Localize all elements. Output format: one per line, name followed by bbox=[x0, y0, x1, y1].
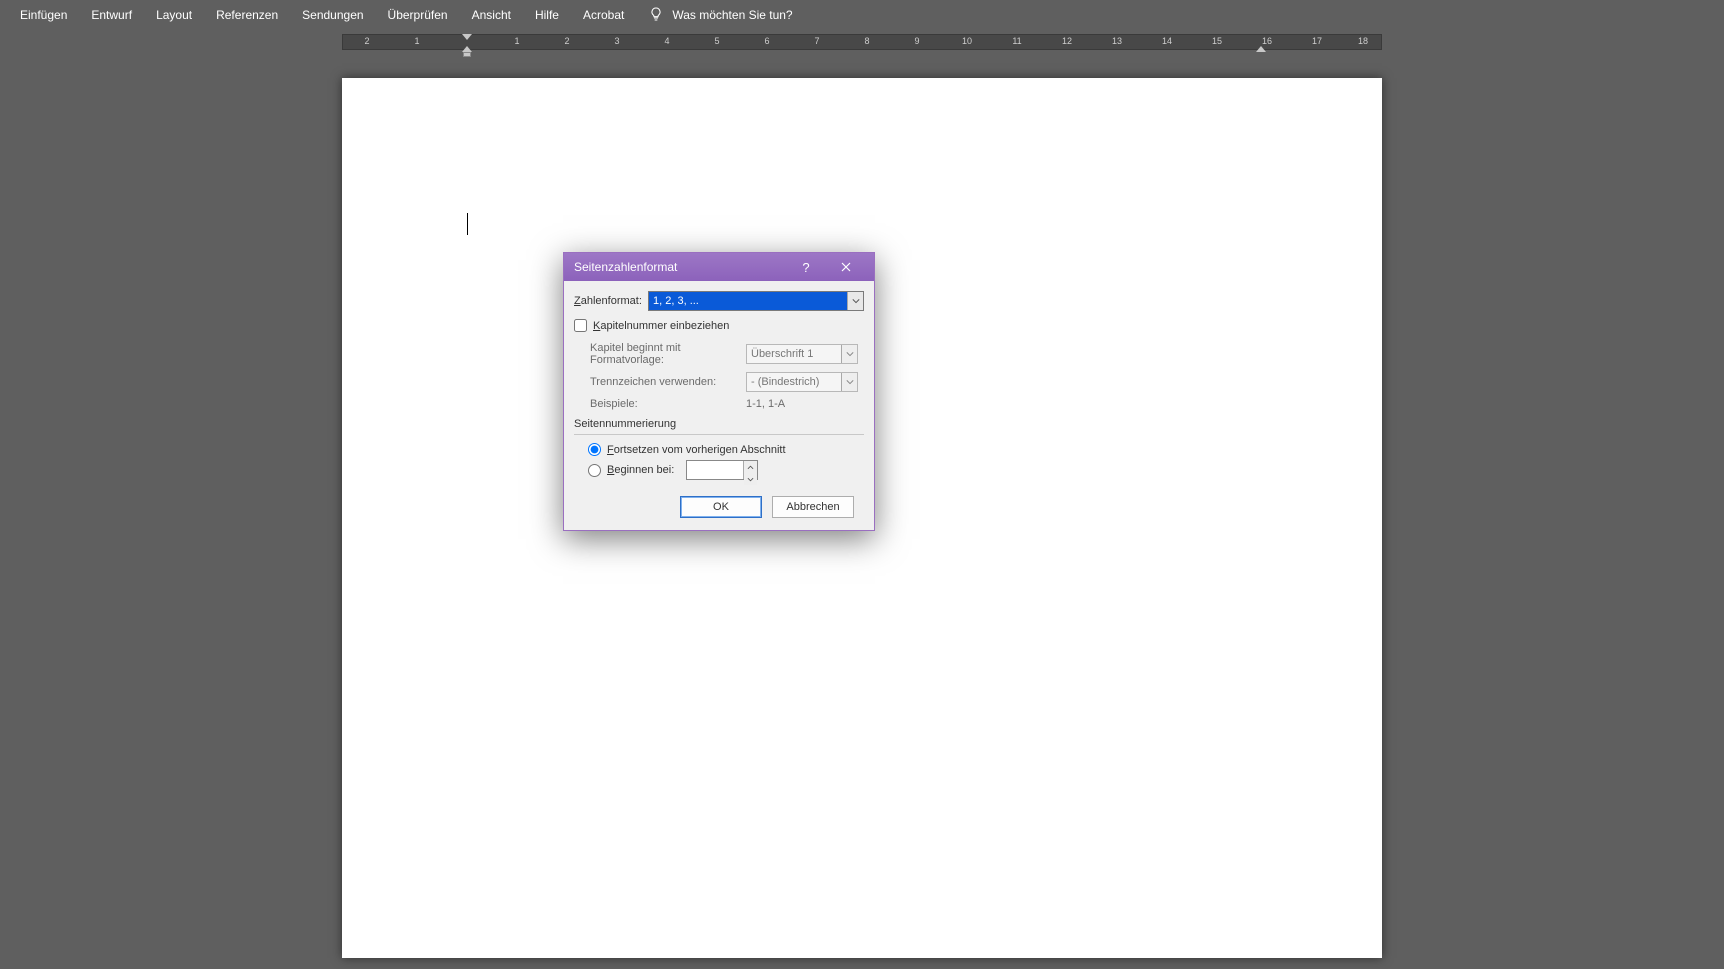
ruler-mark: 5 bbox=[714, 36, 719, 46]
start-at-spinbox[interactable] bbox=[686, 460, 758, 480]
continue-radio[interactable] bbox=[588, 443, 601, 456]
include-chapter-checkbox[interactable] bbox=[574, 319, 587, 332]
dialog-titlebar[interactable]: Seitenzahlenformat ? bbox=[564, 253, 874, 281]
tab-review[interactable]: Überprüfen bbox=[376, 2, 460, 28]
page-number-format-dialog: Seitenzahlenformat ? Zahlenformat: 1, 2,… bbox=[563, 252, 875, 531]
chevron-down-icon bbox=[747, 473, 754, 485]
close-button[interactable] bbox=[826, 253, 866, 281]
number-format-value: 1, 2, 3, ... bbox=[649, 292, 847, 310]
chevron-up-icon bbox=[747, 461, 754, 473]
include-chapter-label: Kapitelnummer einbeziehen bbox=[593, 320, 729, 332]
spin-down-button[interactable] bbox=[744, 473, 757, 485]
ruler-mark: 1 bbox=[514, 36, 519, 46]
start-at-label: Beginnen bei: bbox=[607, 464, 674, 476]
chevron-down-icon bbox=[841, 345, 857, 363]
chapter-style-label: Kapitel beginnt mit Formatvorlage: bbox=[590, 342, 740, 366]
tab-view[interactable]: Ansicht bbox=[460, 2, 523, 28]
dialog-title-text: Seitenzahlenformat bbox=[574, 260, 677, 274]
ruler-mark: 9 bbox=[914, 36, 919, 46]
ruler-mark: 18 bbox=[1358, 36, 1368, 46]
number-format-combo[interactable]: 1, 2, 3, ... bbox=[648, 291, 864, 311]
tab-acrobat[interactable]: Acrobat bbox=[571, 2, 636, 28]
continue-label: Fortsetzen vom vorherigen Abschnitt bbox=[607, 444, 786, 456]
ruler-mark: 13 bbox=[1112, 36, 1122, 46]
ruler-mark: 15 bbox=[1212, 36, 1222, 46]
tab-layout[interactable]: Layout bbox=[144, 2, 204, 28]
chevron-down-icon[interactable] bbox=[847, 292, 863, 310]
chapter-style-combo: Überschrift 1 bbox=[746, 344, 858, 364]
tell-me-label: Was möchten Sie tun? bbox=[672, 8, 792, 22]
ruler-mark: 8 bbox=[864, 36, 869, 46]
ruler-mark: 2 bbox=[364, 36, 369, 46]
tab-mailings[interactable]: Sendungen bbox=[290, 2, 375, 28]
ruler-mark: 2 bbox=[564, 36, 569, 46]
tab-insert[interactable]: Einfügen bbox=[8, 2, 79, 28]
ribbon-tabs-bar: Einfügen Entwurf Layout Referenzen Sendu… bbox=[0, 0, 1724, 30]
ruler-mark: 6 bbox=[764, 36, 769, 46]
examples-label: Beispiele: bbox=[590, 398, 740, 410]
ruler-mark: 10 bbox=[962, 36, 972, 46]
separator-label: Trennzeichen verwenden: bbox=[590, 376, 740, 388]
help-button[interactable]: ? bbox=[786, 253, 826, 281]
separator-value: - (Bindestrich) bbox=[747, 373, 841, 391]
ruler-mark: 14 bbox=[1162, 36, 1172, 46]
separator-combo: - (Bindestrich) bbox=[746, 372, 858, 392]
chapter-style-value: Überschrift 1 bbox=[747, 345, 841, 363]
right-indent-marker[interactable] bbox=[1256, 46, 1266, 52]
ok-button[interactable]: OK bbox=[680, 496, 762, 518]
ruler-mark: 12 bbox=[1062, 36, 1072, 46]
tab-help[interactable]: Hilfe bbox=[523, 2, 571, 28]
ruler-mark: 16 bbox=[1262, 36, 1272, 46]
ruler-mark: 7 bbox=[814, 36, 819, 46]
ruler-mark: 11 bbox=[1012, 36, 1021, 46]
ruler-mark: 17 bbox=[1312, 36, 1322, 46]
examples-value: 1-1, 1-A bbox=[746, 398, 785, 410]
text-caret bbox=[467, 213, 468, 235]
close-icon bbox=[841, 260, 851, 275]
tab-design[interactable]: Entwurf bbox=[79, 2, 144, 28]
lightbulb-icon bbox=[648, 6, 664, 25]
chevron-down-icon bbox=[841, 373, 857, 391]
start-at-input[interactable] bbox=[687, 461, 743, 474]
page-numbering-group-label: Seitennummerierung bbox=[574, 418, 864, 430]
tab-references[interactable]: Referenzen bbox=[204, 2, 290, 28]
number-format-label: Zahlenformat: bbox=[574, 295, 642, 307]
horizontal-ruler[interactable]: 2 1 1 2 3 4 5 6 7 8 9 10 11 12 13 14 15 … bbox=[342, 34, 1382, 50]
left-indent-marker[interactable] bbox=[463, 52, 471, 57]
spin-up-button[interactable] bbox=[744, 461, 757, 473]
start-at-radio[interactable] bbox=[588, 464, 601, 477]
ruler-mark: 4 bbox=[664, 36, 669, 46]
tell-me-search[interactable]: Was möchten Sie tun? bbox=[636, 0, 804, 31]
first-line-indent-marker[interactable] bbox=[462, 34, 472, 40]
group-divider bbox=[574, 434, 864, 435]
ruler-mark: 3 bbox=[614, 36, 619, 46]
cancel-button[interactable]: Abbrechen bbox=[772, 496, 854, 518]
ruler-mark: 1 bbox=[414, 36, 419, 46]
